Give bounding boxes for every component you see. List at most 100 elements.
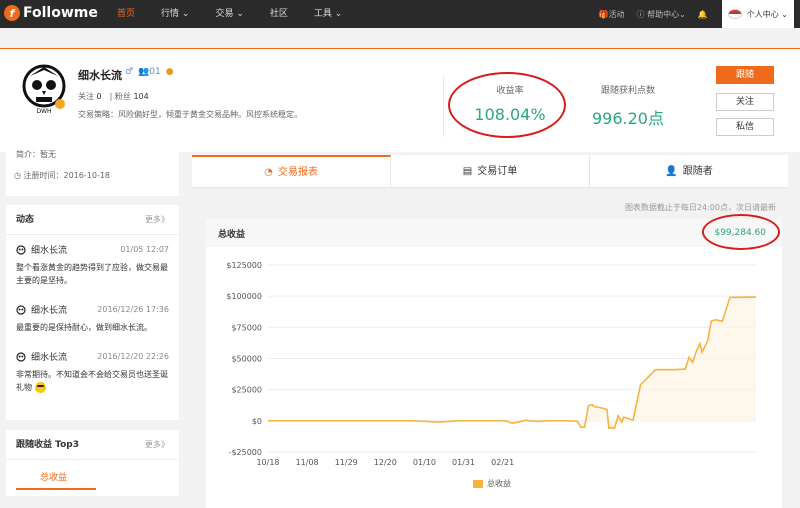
nav-home[interactable]: 首页 [110,0,142,28]
x-tick-label: 11/08 [296,458,319,467]
x-tick-label: 02/21 [491,458,514,467]
follow-label: 关注 [78,92,94,101]
y-tick-label: $0 [252,417,262,426]
chart-data-note: 图表数据截止于每日24:00点，次日请最新 [624,203,776,212]
feed-text: 非常期待。不知道会不会给交易员也送圣诞 [16,370,168,379]
top3-tab-total[interactable]: 总收益 [40,470,67,483]
feed-item[interactable]: 细水长流 2016/12/20 22:26 非常期待。不知道会不会给交易员也送圣诞… [16,342,169,402]
feed-text: 整个看涨黄金的趋势得到了应验，做交易最 [16,263,168,272]
x-tick-label: 12/20 [374,458,397,467]
tab-followers[interactable]: 👤 跟随者 [590,155,788,187]
chart-legend: 总收益 [473,478,511,489]
feed-title: 动态 [16,215,35,225]
follow-button[interactable]: 跟随 [716,66,774,84]
x-tick-label: 11/29 [335,458,358,467]
x-tick-label: 01/10 [413,458,436,467]
chart-header: 总收益 $99,284.60 [206,219,782,247]
feed-more-link[interactable]: 更多》 [145,205,169,234]
tab-label: 跟随者 [682,165,713,177]
activity-feed: 动态 更多》 细水长流 01/05 12:07 整个看涨黄金的趋势得到了应验，做交易… [6,205,179,420]
nav-label: 交易 [215,9,234,19]
avatar[interactable]: DWH [20,64,68,116]
feed-time: 2016/12/20 22:26 [97,352,169,361]
follow-points-label: 跟随获利点数 [600,86,655,96]
nav-label: 社区 [269,9,288,19]
help-label: 帮助中心 [647,9,680,19]
top3-title: 跟随收益 Top3 [16,440,79,450]
list-icon: ▤ [462,165,473,177]
annotation-circle [702,214,780,250]
nav-label: 首页 [117,9,136,19]
followme-logo[interactable]: f Followme [4,5,98,21]
nav-tools[interactable]: 工具 ⌄ [307,0,349,28]
follow-stats: 关注 0 | 粉丝 104 [78,92,149,101]
help-icon: ⓘ [636,9,645,19]
feed-text: 最重要的是保持耐心，做到细水长流。 [16,323,152,332]
feed-item[interactable]: 细水长流 2016/12/26 17:36 最重要的是保持耐心，做到细水长流。 [16,295,169,342]
tab-trade-report[interactable]: ◔ 交易报表 [192,155,391,187]
nav-label: 工具 [313,9,332,19]
nav-market[interactable]: 行情 ⌄ [154,0,196,28]
y-tick-label: $75000 [231,323,262,332]
y-tick-label: $100000 [226,292,262,301]
activity-link[interactable]: 🎁 活动 [599,9,625,20]
fans-label: 粉丝 [114,92,131,101]
chevron-down-icon: ⌄ [181,9,190,19]
fans-count: 104 [133,92,149,101]
badge-count: 01 [149,67,161,77]
tab-underline [16,488,96,490]
top3-more-link[interactable]: 更多》 [145,430,169,459]
legend-swatch [473,479,483,488]
feed-time: 01/05 12:07 [120,245,169,254]
intro-text: 简介：暂无 [16,150,56,158]
feed-author: 细水长流 [31,306,68,316]
chevron-down-icon: ⌄ [334,9,343,19]
tab-trade-orders[interactable]: ▤ 交易订单 [391,155,590,187]
annotation-circle [448,72,566,138]
register-date-text: 注册时间：2016-10-18 [23,171,111,180]
top3-header: 跟随收益 Top3 更多》 [6,430,179,460]
user-center-label: 个人中心 [746,9,779,19]
chevron-down-icon: ⌄ [679,9,686,19]
feed-author: 细水长流 [31,246,68,256]
message-button[interactable]: 私信 [716,118,774,136]
nav-community[interactable]: 社区 [263,0,295,28]
bell-icon: 🔔 [697,9,708,19]
brand-name: Followme [23,5,98,21]
nav-label: 行情 [161,9,180,19]
profit-area-chart: $125000 $100000 $75000 $50000 $25000 $0 -$2500… [226,261,757,467]
chevron-down-icon: ⌄ [236,9,244,19]
followers-badge: 👥01 [138,67,161,77]
top-nav-bar: f Followme 首页 行情 ⌄ 交易 ⌄ 社区 工具 ⌄ 🎁 活动 ⓘ 帮助中… [0,0,800,28]
y-tick-label: $50000 [231,355,262,364]
nav-trade[interactable]: 交易 ⌄ [208,0,250,28]
feed-item[interactable]: 细水长流 01/05 12:07 整个看涨黄金的趋势得到了应验，做交易最 主要的是坚… [16,235,169,295]
skull-avatar-icon [16,351,26,362]
profile-badges: ♂ 👥01 ● [125,67,174,77]
skull-avatar-icon [16,244,26,255]
profit-area-fill [268,297,756,429]
feed-author: 细水长流 [31,353,68,363]
register-date: ◷ 注册时间：2016-10-18 [14,170,110,181]
chevron-down-icon: ⌄ [781,9,788,19]
notification-button[interactable]: 🔔 [698,10,708,19]
profile-header: DWH 细水长流 ♂ 👥01 ● 关注 0 | 粉丝 104 交易策略：风险偏好型，倾… [0,49,800,152]
y-tick-label: $125000 [226,261,262,270]
chart-title: 总收益 [218,229,246,240]
feed-header: 动态 更多》 [6,205,179,235]
user-center-menu[interactable]: 个人中心 ⌄ [721,0,794,28]
legend-label: 总收益 [487,479,511,488]
follow-points-kpi: 跟随获利点数 996.20点 [580,83,676,129]
profile-info-card: 简介：暂无 ◷ 注册时间：2016-10-18 [6,150,179,196]
skull-avatar-icon [16,304,26,315]
help-center-link[interactable]: ⓘ 帮助中心 ⌄ [637,9,686,20]
watch-button[interactable]: 关注 [716,93,774,111]
report-tabs: ◔ 交易报表 ▤ 交易订单 👤 跟随者 [192,155,788,188]
tab-label: 交易订单 [477,165,518,177]
gift-icon: 🎁 [598,9,609,19]
skull-avatar-icon: DWH [22,64,66,115]
trader-name: 细水长流 [78,69,122,82]
tab-label: 交易报表 [277,166,318,178]
y-tick-label: -$25000 [229,448,262,457]
feed-text: 礼物 [16,383,32,392]
